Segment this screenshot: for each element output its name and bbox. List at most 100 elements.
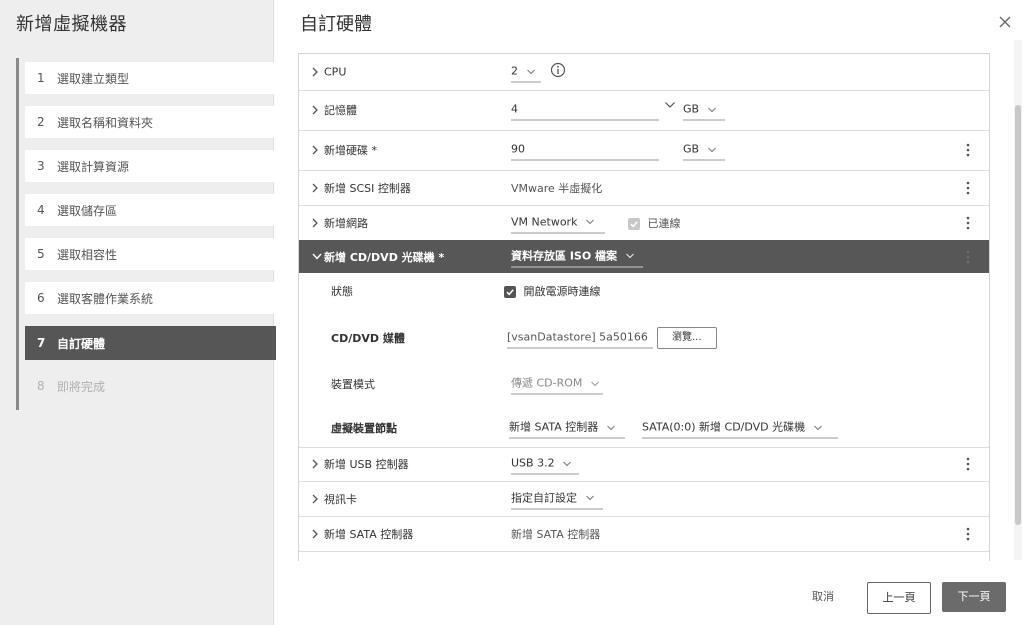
kebab-menu-icon[interactable] xyxy=(966,457,970,471)
kebab-menu-icon[interactable] xyxy=(966,143,970,157)
network-label: 新增網路 xyxy=(324,216,368,230)
checkbox-checked-icon xyxy=(628,217,640,230)
disk-unit-select[interactable]: GB xyxy=(683,140,725,161)
kebab-menu-icon[interactable] xyxy=(966,250,970,264)
chevron-right-icon[interactable] xyxy=(311,67,319,77)
chevron-down-icon xyxy=(626,253,634,259)
media-path-value: [vsanDatastore] 5a50166 xyxy=(507,330,648,344)
disk-size-input[interactable]: 90 xyxy=(511,140,659,161)
device-mode-select[interactable]: 傳遞 CD-ROM xyxy=(511,374,603,395)
chevron-down-icon xyxy=(813,425,822,430)
cdrom-status-row: 狀態 開啟電源時連線 xyxy=(299,273,989,309)
step-label: 選取相容性 xyxy=(57,247,118,262)
connect-at-power-on-label: 開啟電源時連線 xyxy=(523,285,601,298)
cpu-select[interactable]: 2 xyxy=(511,62,541,83)
chevron-down-icon xyxy=(591,381,599,386)
chevron-right-icon[interactable] xyxy=(311,145,319,155)
step-list: 1 選取建立類型 2 選取名稱和資料夾 3 選取計算資源 4 選取儲存區 5 選… xyxy=(16,58,276,410)
step-1[interactable]: 1 選取建立類型 xyxy=(25,62,276,94)
step-2[interactable]: 2 選取名稱和資料夾 xyxy=(25,106,276,138)
info-icon[interactable] xyxy=(550,62,566,78)
network-select[interactable]: VM Network xyxy=(511,212,605,233)
kebab-menu-icon[interactable] xyxy=(966,216,970,230)
next-button[interactable]: 下一頁 xyxy=(942,582,1006,612)
page-title: 自訂硬體 xyxy=(300,14,372,35)
cdrom-mode-row: 裝置模式 傳遞 CD-ROM xyxy=(299,364,989,404)
step-8: 8 即將完成 xyxy=(25,370,276,402)
usb-version-select[interactable]: USB 3.2 xyxy=(511,454,579,475)
node-slot-select[interactable]: SATA(0:0) 新增 CD/DVD 光碟機 xyxy=(642,418,838,439)
video-card-select[interactable]: 指定自訂設定 xyxy=(511,488,603,509)
video-row: 視訊卡 指定自訂設定 xyxy=(299,481,989,517)
chevron-down-icon[interactable] xyxy=(665,102,675,108)
step-label: 選取建立類型 xyxy=(57,71,130,86)
step-label: 即將完成 xyxy=(57,379,106,394)
step-label: 自訂硬體 xyxy=(57,336,106,351)
memory-input[interactable]: 4 xyxy=(511,100,659,121)
step-number: 4 xyxy=(37,203,45,217)
memory-label: 記憶體 xyxy=(324,104,357,117)
media-label: CD/DVD 媒體 xyxy=(331,332,405,345)
kebab-menu-icon[interactable] xyxy=(966,181,970,195)
scsi-value: VMware 半虛擬化 xyxy=(511,181,603,195)
cancel-button[interactable]: 取消 xyxy=(800,582,846,612)
step-7-active[interactable]: 7 自訂硬體 xyxy=(25,326,276,360)
chevron-right-icon[interactable] xyxy=(311,459,319,469)
memory-unit: GB xyxy=(683,102,700,116)
virtual-device-node-label: 虛擬裝置節點 xyxy=(331,422,397,435)
cpu-row: CPU 2 xyxy=(299,54,989,91)
kebab-menu-icon[interactable] xyxy=(966,527,970,541)
connect-at-power-on-checkbox[interactable]: 開啟電源時連線 xyxy=(504,283,601,299)
step-number: 6 xyxy=(37,291,45,305)
step-label: 選取計算資源 xyxy=(57,159,130,174)
scrollbar[interactable] xyxy=(1014,40,1022,560)
scrollbar-thumb[interactable] xyxy=(1015,105,1021,525)
video-value: 指定自訂設定 xyxy=(511,491,577,504)
cdrom-type-select[interactable]: 資料存放區 ISO 檔案 xyxy=(511,246,643,267)
cpu-value: 2 xyxy=(511,64,518,78)
chevron-right-icon[interactable] xyxy=(311,494,319,504)
usb-row: 新增 USB 控制器 USB 3.2 xyxy=(299,447,989,482)
connected-checkbox[interactable]: 已連線 xyxy=(628,215,681,231)
cdrom-node-row: 虛擬裝置節點 新增 SATA 控制器 SATA(0:0) 新增 CD/DVD 光… xyxy=(299,409,989,448)
close-icon[interactable] xyxy=(997,14,1013,30)
step-number: 8 xyxy=(37,379,45,393)
network-value: VM Network xyxy=(511,215,578,228)
status-label: 狀態 xyxy=(331,285,353,298)
connected-label: 已連線 xyxy=(647,216,681,230)
step-number: 5 xyxy=(37,247,45,261)
memory-unit-select[interactable]: GB xyxy=(683,100,725,121)
media-path-input[interactable]: [vsanDatastore] 5a50166 xyxy=(507,328,653,349)
browse-button[interactable]: 瀏覽... xyxy=(657,327,717,349)
step-5[interactable]: 5 選取相容性 xyxy=(25,238,276,270)
scsi-row: 新增 SCSI 控制器 VMware 半虛擬化 xyxy=(299,170,989,206)
chevron-down-icon[interactable] xyxy=(312,253,322,260)
chevron-right-icon[interactable] xyxy=(311,218,319,228)
step-6[interactable]: 6 選取客體作業系統 xyxy=(25,282,276,314)
scsi-label: 新增 SCSI 控制器 xyxy=(324,181,411,195)
chevron-down-icon xyxy=(707,147,716,152)
disk-label: 新增硬碟 * xyxy=(324,144,377,157)
step-label: 選取客體作業系統 xyxy=(57,291,154,306)
chevron-right-icon[interactable] xyxy=(311,529,319,539)
wizard-sidebar: 新增虛擬機器 1 選取建立類型 2 選取名稱和資料夾 3 選取計算資源 4 選取… xyxy=(0,0,276,625)
step-3[interactable]: 3 選取計算資源 xyxy=(25,150,276,182)
node-controller-value: 新增 SATA 控制器 xyxy=(509,420,599,434)
sata-value: 新增 SATA 控制器 xyxy=(511,527,601,541)
device-mode-label: 裝置模式 xyxy=(331,378,375,391)
chevron-down-icon xyxy=(585,495,594,501)
chevron-down-icon xyxy=(586,219,594,225)
sata-label: 新增 SATA 控制器 xyxy=(324,527,414,541)
step-4[interactable]: 4 選取儲存區 xyxy=(25,194,276,226)
video-label: 視訊卡 xyxy=(324,492,357,506)
disk-row: 新增硬碟 * 90 GB xyxy=(299,130,989,171)
chevron-right-icon[interactable] xyxy=(311,183,319,193)
back-button[interactable]: 上一頁 xyxy=(867,582,931,614)
cdrom-media-row: CD/DVD 媒體 [vsanDatastore] 5a50166 瀏覽... xyxy=(299,318,989,358)
chevron-down-icon xyxy=(526,69,535,74)
device-mode-value: 傳遞 CD-ROM xyxy=(511,376,583,390)
step-label: 選取名稱和資料夾 xyxy=(57,115,154,130)
disk-unit: GB xyxy=(683,142,700,156)
chevron-right-icon[interactable] xyxy=(311,105,319,115)
node-controller-select[interactable]: 新增 SATA 控制器 xyxy=(509,418,625,439)
